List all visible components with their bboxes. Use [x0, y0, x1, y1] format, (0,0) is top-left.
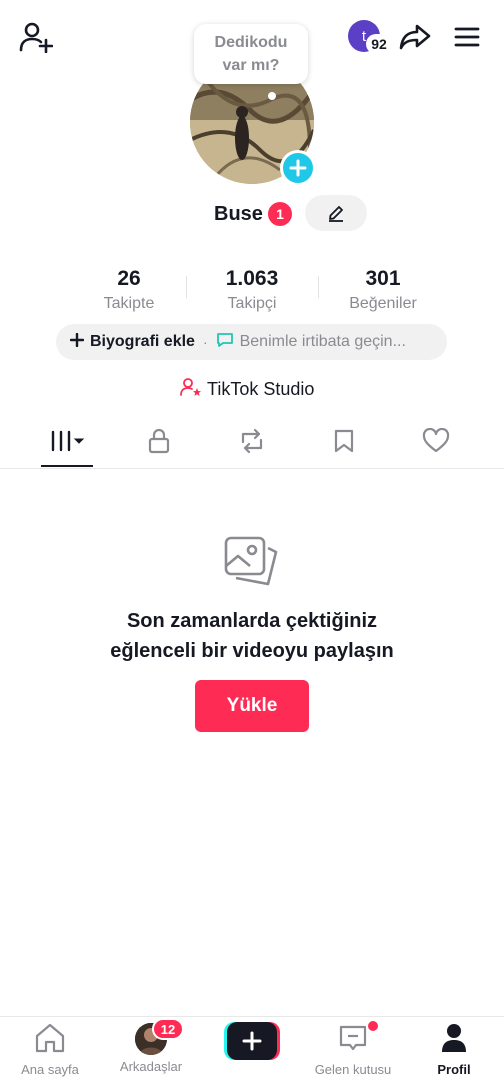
status-bubble-line1: Dedikodu [214, 34, 288, 51]
tab-active-indicator [41, 465, 93, 467]
nav-inbox[interactable]: Gelen kutusu [303, 1023, 403, 1078]
stat-followers[interactable]: 1.063 Takipçi [187, 266, 317, 314]
status-bubble-line2: var mı? [222, 57, 280, 74]
lock-icon [147, 428, 171, 459]
studio-label: TikTok Studio [207, 378, 315, 399]
nav-home[interactable]: Ana sayfa [0, 1023, 100, 1078]
stat-following[interactable]: 26 Takipte [64, 266, 194, 314]
edit-profile-button[interactable] [305, 195, 367, 231]
upload-button[interactable]: Yükle [195, 680, 309, 732]
home-icon [34, 1023, 66, 1058]
bio-pill[interactable]: Biyografi ekle · Benimle irtibata geçin.… [56, 324, 447, 360]
repost-icon [238, 428, 266, 459]
contact-me-button[interactable]: Benimle irtibata geçin... [240, 333, 406, 351]
message-icon [216, 331, 234, 354]
empty-state-line1: Son zamanlarda çektiğiniz [126, 610, 378, 632]
inbox-unread-dot [368, 1021, 378, 1031]
stat-likes-label: Beğeniler [349, 295, 417, 312]
empty-state-line2: eğlenceli bir videoyu paylaşın [110, 640, 394, 662]
stat-likes[interactable]: 301 Beğeniler [318, 266, 448, 314]
tab-divider [0, 468, 504, 469]
tab-videos[interactable] [41, 424, 93, 462]
tab-liked[interactable] [410, 424, 462, 462]
add-friend-icon[interactable] [18, 20, 54, 54]
tab-saved[interactable] [318, 424, 370, 462]
profile-icon [440, 1023, 468, 1058]
create-plus-icon [227, 1022, 277, 1060]
bubble-tail [268, 92, 276, 100]
bookmark-icon [333, 428, 355, 459]
share-icon[interactable] [398, 20, 432, 54]
add-story-button[interactable] [280, 150, 316, 186]
status-bubble[interactable]: Dedikodu var mı? [194, 24, 308, 84]
studio-icon [180, 377, 202, 402]
grid-icon [47, 429, 87, 458]
tab-reposts[interactable] [226, 424, 278, 462]
stat-followers-value: 1.063 [225, 267, 279, 290]
nav-friends[interactable]: Arkadaşlar [101, 1023, 201, 1075]
photos-icon [222, 534, 280, 592]
profile-name: Buse [214, 203, 263, 225]
inbox-icon [338, 1023, 368, 1058]
stat-followers-label: Takipçi [227, 295, 277, 312]
heart-icon [422, 427, 450, 459]
add-bio-button[interactable]: Biyografi ekle [90, 333, 195, 351]
empty-state-message: Son zamanlarda çektiğiniz eğlenceli bir … [40, 606, 464, 666]
nav-inbox-label: Gelen kutusu [314, 1062, 392, 1077]
nav-home-label: Ana sayfa [21, 1062, 79, 1077]
stat-following-label: Takipte [103, 295, 155, 312]
nav-profile-label: Profil [437, 1062, 471, 1077]
nav-profile[interactable]: Profil [404, 1023, 504, 1078]
create-button[interactable] [224, 1022, 280, 1060]
tab-private[interactable] [133, 424, 185, 462]
plus-icon [69, 332, 85, 352]
name-badge: 1 [268, 202, 292, 226]
notification-count-badge: 92 [366, 34, 392, 54]
stat-likes-value: 301 [365, 267, 401, 290]
stat-following-value: 26 [117, 267, 141, 290]
nav-friends-label: Arkadaşlar [119, 1059, 183, 1074]
tiktok-studio-link[interactable]: TikTok Studio [180, 376, 314, 402]
friends-badge: 12 [152, 1018, 184, 1040]
bio-separator: · [202, 334, 208, 350]
menu-icon[interactable] [452, 22, 482, 52]
